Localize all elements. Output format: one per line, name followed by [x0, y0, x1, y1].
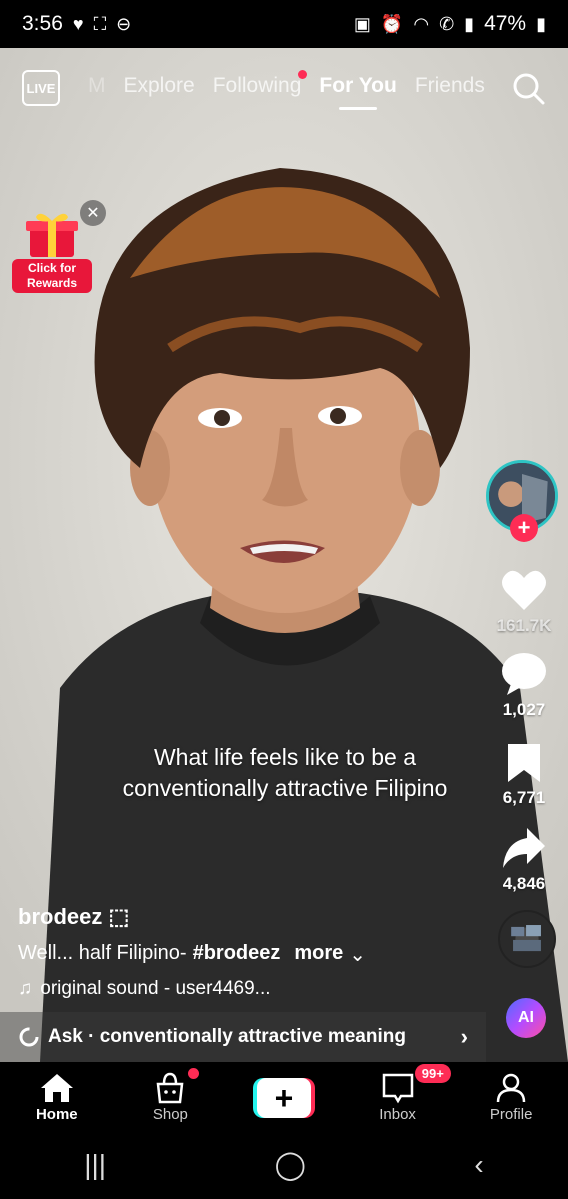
rewards-widget[interactable]: Click for Rewards [12, 205, 92, 295]
battery-icon: ▮ [536, 13, 546, 34]
recents-icon[interactable]: ||| [84, 1149, 106, 1181]
screenshot-icon: ⛶ [93, 13, 107, 34]
music-disc[interactable] [498, 910, 556, 968]
ask-icon [19, 1027, 39, 1047]
nav-profile-label: Profile [489, 1106, 533, 1123]
tab-for-you[interactable]: For You [319, 74, 397, 110]
comment-icon [502, 653, 546, 695]
nav-shop[interactable]: Shop [114, 1062, 228, 1130]
bottom-nav: Home Shop + 99+ Inbox Profile [0, 1062, 568, 1130]
gift-icon [26, 213, 78, 257]
comment-action[interactable]: 1,027 [484, 652, 564, 720]
chevron-right-icon: › [460, 1024, 468, 1049]
sound-name: original sound - user4469... [40, 978, 271, 999]
video-player[interactable]: LIVE M Explore Following For You Friends… [0, 48, 568, 1062]
follow-button[interactable]: + [510, 514, 538, 542]
notification-dot [298, 70, 308, 79]
nav-profile[interactable]: Profile [454, 1062, 568, 1130]
tab-following[interactable]: Following [212, 70, 308, 98]
shop-icon [156, 1072, 184, 1104]
save-count: 6,771 [502, 788, 546, 807]
like-action[interactable]: 161.7K [484, 568, 564, 636]
vpn-icon: ▣ [353, 13, 371, 34]
search-icon[interactable] [512, 72, 546, 106]
share-action[interactable]: 4,846 [484, 826, 564, 894]
feed-tabs: M Explore Following For You Friends [88, 70, 485, 110]
hashtag[interactable]: #brodeez [193, 942, 281, 967]
comment-count: 1,027 [502, 700, 546, 719]
alarm-icon: ⏰ [380, 13, 404, 34]
plus-icon: + [252, 1078, 315, 1118]
like-count: 161.7K [496, 616, 552, 635]
tab-following-label: Following [212, 74, 302, 97]
profile-icon [496, 1073, 526, 1103]
nav-home[interactable]: Home [0, 1062, 114, 1130]
creator-avatar[interactable]: + [486, 460, 562, 542]
nav-inbox[interactable]: 99+ Inbox [341, 1062, 455, 1130]
top-nav: LIVE M Explore Following For You Friends [0, 60, 568, 120]
nav-home-label: Home [35, 1106, 78, 1123]
post-description[interactable]: Well... half Filipino- #brodeez more ⌄ [18, 942, 366, 967]
bookmark-icon [508, 744, 540, 782]
system-nav: ||| ◯ ‹ [0, 1130, 568, 1199]
share-count: 4,846 [502, 874, 546, 893]
back-icon[interactable]: ‹ [474, 1149, 483, 1181]
battery-level: 47% [484, 12, 527, 35]
nav-inbox-label: Inbox [379, 1106, 416, 1123]
home-circle-icon[interactable]: ◯ [275, 1148, 306, 1181]
heart-icon: ♥ [72, 13, 84, 34]
wifi-icon: ◠ [413, 13, 430, 34]
tab-friends[interactable]: Friends [415, 74, 485, 98]
ai-button[interactable]: AI [506, 998, 546, 1038]
dnd-icon: ⊖ [116, 13, 132, 34]
ask-bar[interactable]: Ask · conventionally attractive meaning … [0, 1012, 486, 1062]
video-caption: What life feels like to be a conventiona… [122, 744, 448, 801]
call-icon: ✆ [439, 13, 455, 34]
live-button[interactable]: LIVE [22, 70, 60, 106]
username[interactable]: brodeez ⬚ [18, 904, 129, 930]
ask-label: Ask · conventionally attractive meaning [48, 1026, 406, 1047]
heart-icon [502, 570, 546, 610]
inbox-badge: 99+ [414, 1064, 451, 1083]
chevron-down-icon: ⌄ [349, 944, 367, 966]
desc-text: Well... half Filipino- [18, 942, 187, 964]
tab-explore[interactable]: Explore [124, 74, 195, 98]
signal-icon: ▮ [464, 13, 475, 34]
sound-row[interactable]: ♫ original sound - user4469... [18, 978, 271, 1000]
share-icon [503, 828, 545, 868]
create-button[interactable]: + [227, 1062, 341, 1130]
close-icon[interactable]: ✕ [80, 200, 106, 226]
more-button[interactable]: more [294, 942, 343, 967]
save-action[interactable]: 6,771 [484, 742, 564, 808]
inbox-icon [382, 1073, 413, 1104]
notification-dot [187, 1068, 199, 1079]
rewards-label: Click for Rewards [12, 259, 92, 293]
music-note-icon: ♫ [18, 978, 33, 999]
tab-m[interactable]: M [88, 74, 106, 98]
status-time: 3:56 [22, 12, 63, 35]
status-bar: 3:56 ♥ ⛶ ⊖ ▣ ⏰ ◠ ✆ ▮ 47% ▮ [0, 0, 568, 48]
home-icon [40, 1074, 73, 1102]
nav-shop-label: Shop [152, 1106, 188, 1123]
